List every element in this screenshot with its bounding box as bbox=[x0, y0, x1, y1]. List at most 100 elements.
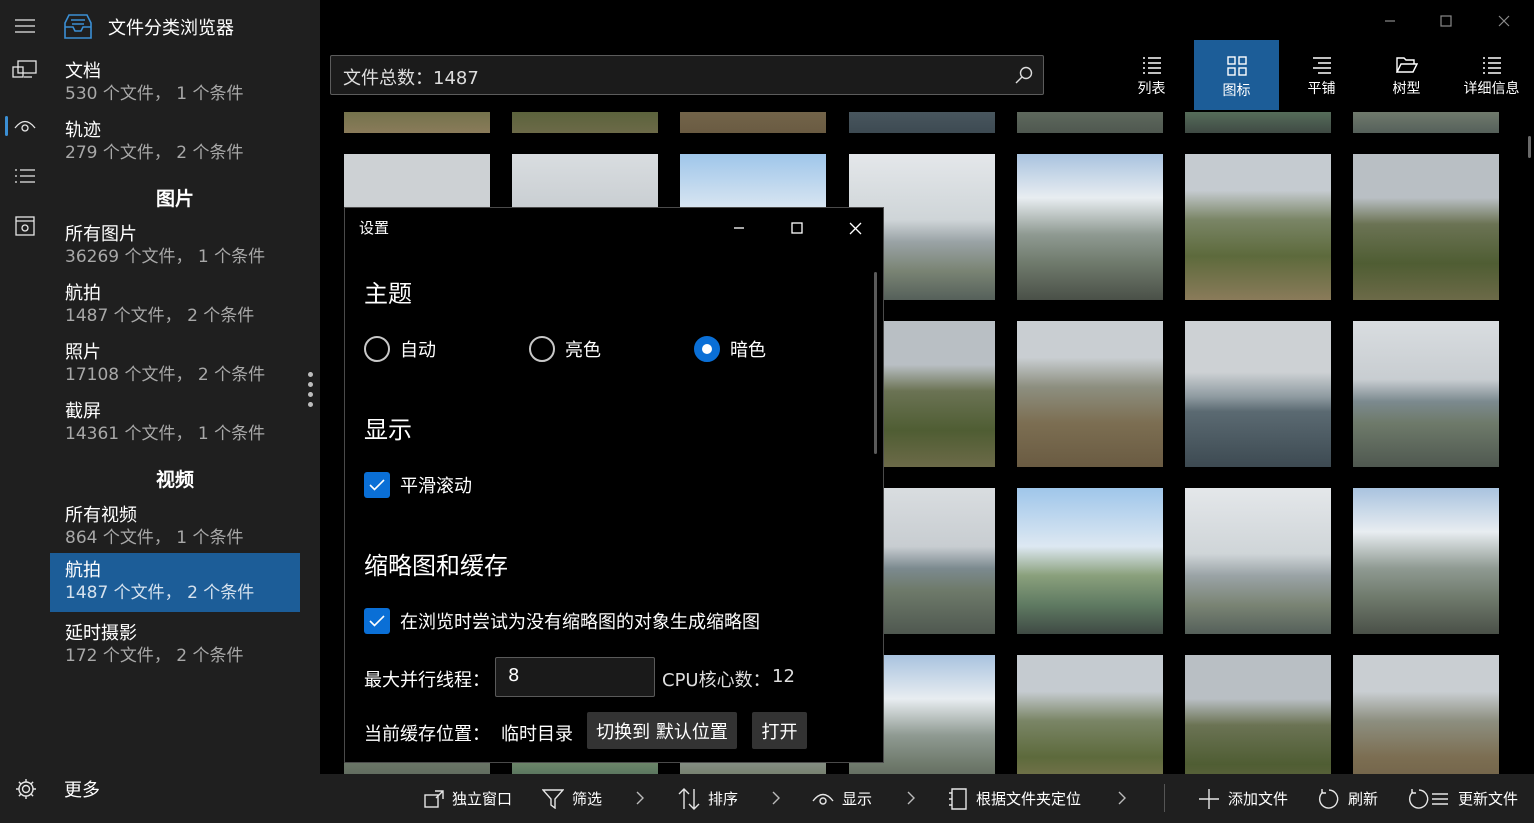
thumbnail-item[interactable] bbox=[1185, 154, 1331, 300]
view-tiles-button[interactable]: 平铺 bbox=[1279, 40, 1364, 110]
thumbnail-item[interactable] bbox=[1185, 112, 1331, 133]
maximize-icon bbox=[1440, 15, 1452, 27]
nav-item-screenshots[interactable]: 截屏 14361 个文件， 1 个条件 bbox=[50, 397, 300, 455]
locate-by-folder-button[interactable]: 根据文件夹定位 bbox=[948, 774, 1081, 823]
chevron-right-icon bbox=[907, 791, 915, 805]
theme-header: 主题 bbox=[364, 280, 412, 308]
max-threads-input[interactable]: 8 bbox=[495, 657, 655, 697]
radio-circle[interactable] bbox=[364, 336, 390, 362]
list-icon bbox=[15, 169, 35, 183]
nav-item-documents[interactable]: 文档 530 个文件， 1 个条件 bbox=[50, 57, 300, 115]
locate-expand-chevron[interactable] bbox=[1118, 791, 1126, 805]
nav-item-subtitle: 279 个文件， 2 个条件 bbox=[65, 143, 244, 163]
rail-list-button[interactable] bbox=[0, 154, 50, 198]
thumbnail-item[interactable] bbox=[680, 112, 826, 133]
thumbnail-item[interactable] bbox=[1017, 321, 1163, 467]
view-details-button[interactable]: 详细信息 bbox=[1449, 40, 1534, 110]
checkmark-icon bbox=[369, 615, 385, 627]
nav-header-videos: 视频 bbox=[155, 469, 194, 491]
view-tree-label: 树型 bbox=[1392, 81, 1421, 97]
thumbnail-item[interactable] bbox=[1017, 154, 1163, 300]
checkbox-box[interactable] bbox=[364, 472, 390, 498]
window-maximize-button[interactable] bbox=[1426, 8, 1466, 34]
filter-expand-chevron[interactable] bbox=[636, 791, 644, 805]
folder-open-icon bbox=[1395, 57, 1418, 73]
settings-title: 设置 bbox=[359, 219, 390, 237]
nav-header-images: 图片 bbox=[155, 188, 194, 210]
thumbnail-item[interactable] bbox=[1017, 112, 1163, 133]
thumbnail-item[interactable] bbox=[1185, 321, 1331, 467]
theme-radio-label: 暗色 bbox=[730, 340, 766, 361]
rail-settings-window-button[interactable] bbox=[0, 204, 50, 248]
dialog-close-button[interactable] bbox=[835, 214, 875, 242]
close-icon bbox=[849, 222, 861, 234]
nav-item-subtitle: 864 个文件， 1 个条件 bbox=[65, 528, 244, 548]
view-tree-button[interactable]: 树型 bbox=[1364, 40, 1449, 110]
locate-by-folder-label: 根据文件夹定位 bbox=[976, 790, 1082, 808]
thumbnail-item[interactable] bbox=[1353, 321, 1499, 467]
thumbnail-item[interactable] bbox=[849, 112, 995, 133]
thumbnail-item[interactable] bbox=[1353, 488, 1499, 634]
sort-label: 排序 bbox=[708, 790, 739, 808]
update-files-button[interactable]: 更新文件 bbox=[1408, 774, 1518, 823]
thumbnail-item[interactable] bbox=[1185, 655, 1331, 774]
sort-button[interactable]: 排序 bbox=[678, 774, 738, 823]
filter-icon bbox=[542, 788, 564, 809]
standalone-window-button[interactable]: 独立窗口 bbox=[424, 774, 512, 823]
smooth-scroll-checkbox[interactable]: 平滑滚动 bbox=[364, 472, 472, 498]
nav-item-tracks[interactable]: 轨迹 279 个文件， 2 个条件 bbox=[50, 116, 300, 174]
theme-radio-auto[interactable]: 自动 bbox=[364, 336, 436, 362]
dialog-minimize-button[interactable] bbox=[719, 214, 759, 242]
radio-circle[interactable] bbox=[694, 336, 720, 362]
nav-item-photos[interactable]: 照片 17108 个文件， 2 个条件 bbox=[50, 338, 300, 396]
display-expand-chevron[interactable] bbox=[907, 791, 915, 805]
nav-item-title: 轨迹 bbox=[65, 120, 101, 141]
nav-item-aerial-videos[interactable]: 航拍 1487 个文件， 2 个条件 bbox=[50, 553, 300, 612]
search-input[interactable]: 文件总数：1487 bbox=[330, 55, 1044, 95]
switch-cache-location-button[interactable]: 切换到 默认位置 bbox=[587, 712, 737, 749]
rail-devices-button[interactable] bbox=[0, 48, 50, 92]
checkbox-box[interactable] bbox=[364, 608, 390, 634]
dialog-maximize-button[interactable] bbox=[777, 214, 817, 242]
rail-view-button[interactable] bbox=[0, 104, 50, 148]
thumbnail-item[interactable] bbox=[1353, 112, 1499, 133]
thumbnail-item[interactable] bbox=[1353, 154, 1499, 300]
window-gear-icon bbox=[15, 216, 35, 236]
filter-button[interactable]: 筛选 bbox=[542, 774, 602, 823]
thumbnail-item[interactable] bbox=[1353, 655, 1499, 774]
nav-item-all-images[interactable]: 所有图片 36269 个文件， 1 个条件 bbox=[50, 220, 300, 278]
add-files-button[interactable]: 添加文件 bbox=[1198, 774, 1288, 823]
radio-circle[interactable] bbox=[529, 336, 555, 362]
hamburger-menu-button[interactable] bbox=[0, 4, 50, 48]
thumbnail-item[interactable] bbox=[512, 112, 658, 133]
refresh-button[interactable]: 刷新 bbox=[1318, 774, 1378, 823]
window-close-button[interactable] bbox=[1484, 8, 1524, 34]
theme-radio-dark[interactable]: 暗色 bbox=[694, 336, 766, 362]
view-list-button[interactable]: 列表 bbox=[1109, 40, 1194, 110]
view-icons-button[interactable]: 图标 bbox=[1194, 40, 1279, 110]
thumbnail-item[interactable] bbox=[1185, 488, 1331, 634]
grid-scrollbar[interactable] bbox=[1528, 136, 1531, 158]
sort-expand-chevron[interactable] bbox=[772, 791, 780, 805]
pane-resize-grip[interactable] bbox=[308, 372, 314, 412]
search-icon[interactable] bbox=[1015, 66, 1033, 84]
refresh-label: 刷新 bbox=[1348, 790, 1379, 808]
display-button[interactable]: 显示 bbox=[812, 774, 872, 823]
nav-item-timelapse[interactable]: 延时摄影 172 个文件， 2 个条件 bbox=[50, 619, 300, 677]
minimize-icon bbox=[734, 227, 744, 229]
open-cache-button[interactable]: 打开 bbox=[752, 712, 807, 749]
window-minimize-button[interactable] bbox=[1370, 8, 1410, 34]
nav-item-all-videos[interactable]: 所有视频 864 个文件， 1 个条件 bbox=[50, 501, 300, 559]
theme-radio-light[interactable]: 亮色 bbox=[529, 336, 601, 362]
thumbnail-item[interactable] bbox=[1017, 488, 1163, 634]
dialog-scrollbar[interactable] bbox=[874, 272, 877, 454]
nav-item-aerial-images[interactable]: 航拍 1487 个文件， 2 个条件 bbox=[50, 279, 300, 337]
icon-rail bbox=[0, 0, 50, 823]
more-button[interactable]: 更多 bbox=[0, 768, 320, 812]
thumbnail-item[interactable] bbox=[1017, 655, 1163, 774]
eye-icon bbox=[812, 793, 834, 805]
thumbnail-item[interactable] bbox=[344, 112, 490, 133]
generate-thumbnails-checkbox[interactable]: 在浏览时尝试为没有缩略图的对象生成缩略图 bbox=[364, 608, 760, 634]
nav-item-title: 所有视频 bbox=[65, 505, 137, 526]
list-icon bbox=[1142, 57, 1161, 74]
